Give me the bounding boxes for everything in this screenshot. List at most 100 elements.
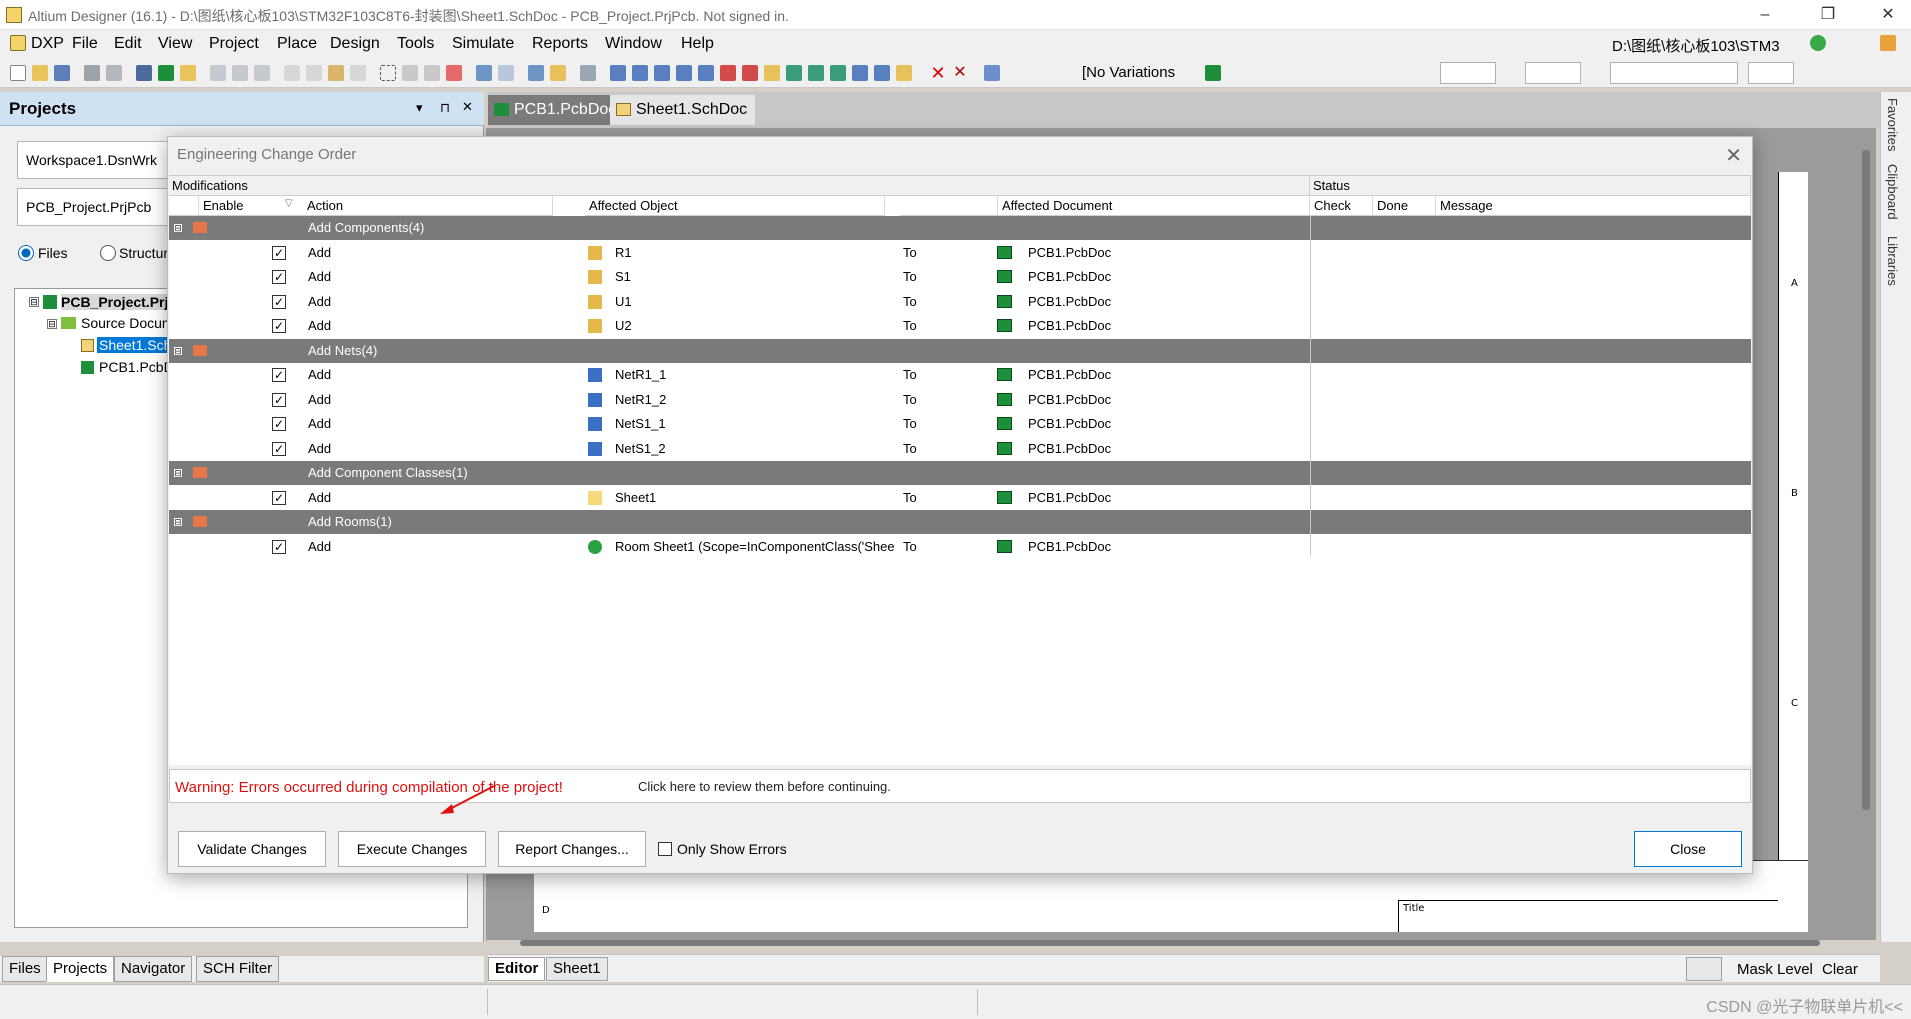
compile-mask-icon[interactable]: ✕ [952,65,968,81]
group-row[interactable]: ⊟ Add Nets(4) [169,338,1751,363]
tab-sch-filter[interactable]: SCH Filter [196,956,280,982]
review-errors-link[interactable]: Click here to review them before continu… [638,779,891,794]
tree-source-documents[interactable]: Source Docum [81,315,174,331]
minimize-button[interactable]: – [1742,0,1788,30]
validate-changes-button[interactable]: Validate Changes [178,831,326,867]
select-rect-icon[interactable] [380,65,396,81]
tab-pcb1-pcbdoc[interactable]: PCB1.PcbDoc [488,95,625,125]
no-erc-icon[interactable]: ✕ [930,64,946,82]
device-sheet-icon[interactable] [830,65,846,81]
variant-icon[interactable] [1205,65,1221,81]
files-radio[interactable] [18,245,34,261]
menu-tools[interactable]: Tools [397,35,434,53]
zoom-area-icon[interactable] [232,65,248,81]
col-affected-object[interactable]: Affected Object [585,196,885,216]
menu-design[interactable]: Design [330,35,380,53]
tree-project[interactable]: PCB_Project.Prj [61,294,169,310]
mask-level-button[interactable]: Mask Level [1737,961,1813,978]
enable-checkbox[interactable]: ✓ [272,368,286,382]
close-panel-icon[interactable]: ✕ [462,99,473,115]
place-wire-icon[interactable] [610,65,626,81]
enable-checkbox[interactable]: ✓ [272,270,286,284]
menu-reports[interactable]: Reports [532,35,588,53]
expand-toggle-icon[interactable]: ⊟ [173,517,183,527]
menu-dxp[interactable]: DXP [31,35,64,53]
pin-icon[interactable]: ⊓ [440,100,450,116]
home-icon[interactable] [1880,35,1896,51]
select-cross-icon[interactable] [424,65,440,81]
go-forward-icon[interactable] [1810,35,1826,51]
tree-expander[interactable]: ⊟ [47,319,57,329]
expand-toggle-icon[interactable]: ⊟ [173,223,183,233]
enable-checkbox[interactable]: ✓ [272,245,286,260]
harness-connector-icon[interactable] [852,65,868,81]
place-bus-icon[interactable] [632,65,648,81]
tree-pcb1[interactable]: PCB1.PcbD [99,359,174,375]
open-folder-icon[interactable] [32,65,48,81]
compile-icon[interactable] [550,65,566,81]
col-check[interactable]: Check [1310,196,1373,216]
copy-icon[interactable] [306,65,322,81]
place-bus-entry-icon[interactable] [654,65,670,81]
tab-sheet1[interactable]: Sheet1 [546,957,608,981]
new-doc-icon[interactable] [10,65,26,81]
menu-help[interactable]: Help [681,35,714,53]
redo-icon[interactable] [498,65,514,81]
cut-icon[interactable] [284,65,300,81]
mask-filter-icon[interactable] [1686,957,1722,981]
print-icon[interactable] [84,65,100,81]
horizontal-scrollbar[interactable] [520,940,1820,946]
rubber-stamp-icon[interactable] [350,65,366,81]
harness-entry-icon[interactable] [874,65,890,81]
enable-checkbox[interactable]: ✓ [272,319,286,333]
menu-view[interactable]: View [158,35,192,53]
vcc-port-icon[interactable] [742,65,758,81]
enable-checkbox[interactable]: ✓ [272,417,286,431]
panel-menu-icon[interactable]: ▾ [416,100,423,116]
enable-checkbox[interactable]: ✓ [272,294,286,309]
tab-clipboard[interactable]: Clipboard [1885,164,1900,220]
toolbar-combo-1[interactable] [1440,62,1496,84]
drawing-tools-icon[interactable] [984,65,1000,81]
checkbox-box[interactable] [658,842,672,856]
tab-favorites[interactable]: Favorites [1885,98,1900,151]
tab-editor[interactable]: Editor [488,957,546,981]
pcb-board-icon[interactable] [158,65,174,81]
menu-place[interactable]: Place [277,35,317,53]
structure-radio[interactable] [100,245,116,261]
zoom-selection-icon[interactable] [254,65,270,81]
enable-checkbox[interactable]: ✓ [272,539,286,554]
dialog-close-icon[interactable]: ✕ [1725,143,1742,168]
enable-checkbox[interactable]: ✓ [272,490,286,505]
place-part-icon[interactable] [764,65,780,81]
col-message[interactable]: Message [1436,196,1751,216]
group-row[interactable]: ⊟ Add Rooms(1) [169,510,1751,534]
print-preview-icon[interactable] [106,65,122,81]
menu-project[interactable]: Project [209,35,259,53]
report-changes-button[interactable]: Report Changes... [498,831,646,867]
menu-edit[interactable]: Edit [114,35,142,53]
col-done[interactable]: Done [1373,196,1436,216]
open-project-icon[interactable] [180,65,196,81]
tab-navigator[interactable]: Navigator [114,956,193,982]
gnd-port-icon[interactable] [720,65,736,81]
tab-libraries[interactable]: Libraries [1885,236,1900,286]
browse-icon[interactable] [580,65,596,81]
tree-expander[interactable]: ⊟ [29,297,39,307]
menu-window[interactable]: Window [605,35,662,53]
place-signal-harness-icon[interactable] [676,65,692,81]
layer-stack-icon[interactable] [136,65,152,81]
sheet-symbol-icon[interactable] [786,65,802,81]
enable-checkbox[interactable]: ✓ [272,392,286,407]
sheet-entry-icon[interactable] [808,65,824,81]
deselect-icon[interactable] [446,65,462,81]
menu-simulate[interactable]: Simulate [452,35,514,53]
place-port-icon[interactable] [896,65,912,81]
save-icon[interactable] [54,65,70,81]
toolbar-combo-4[interactable] [1748,62,1794,84]
expand-toggle-icon[interactable]: ⊟ [173,468,183,478]
enable-checkbox[interactable]: ✓ [272,441,286,456]
filter-icon[interactable]: ▽ [285,198,293,209]
hierarchy-icon[interactable] [528,65,544,81]
zoom-fit-icon[interactable] [210,65,226,81]
